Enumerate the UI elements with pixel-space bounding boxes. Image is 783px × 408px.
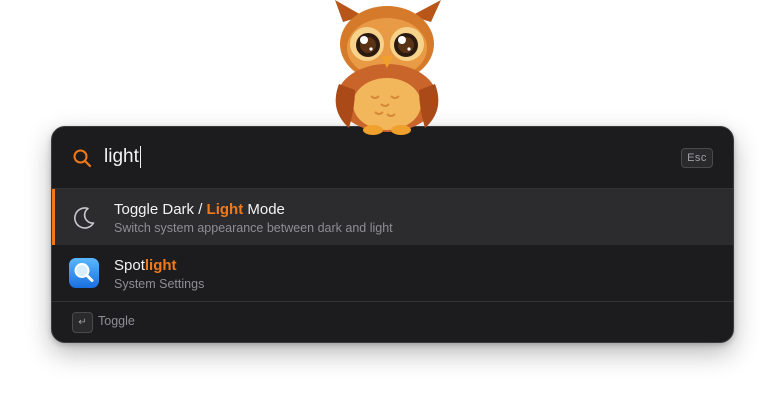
search-query-text: light (104, 146, 139, 167)
result-title-match: light (144, 257, 177, 274)
search-bar[interactable]: light Esc (52, 127, 733, 188)
result-title: Spotlight (114, 257, 177, 274)
toggle-action-label[interactable]: Toggle (98, 314, 135, 328)
search-input[interactable]: light (104, 145, 142, 169)
result-title-text: Spot (114, 257, 145, 274)
spotlight-app-icon (69, 258, 99, 288)
result-subtitle: System Settings (114, 277, 205, 291)
moon-icon (74, 207, 95, 229)
search-icon (73, 149, 92, 168)
result-subtitle: Switch system appearance between dark an… (114, 221, 393, 235)
result-title: Toggle Dark / Light Mode (114, 201, 285, 218)
screen: light Esc Toggle Dark / Light Mode Switc… (0, 0, 783, 408)
enter-key-icon[interactable]: ↵ (72, 312, 93, 333)
result-item-spotlight[interactable]: Spotlight System Settings (52, 245, 733, 301)
esc-button[interactable]: Esc (681, 148, 713, 168)
command-palette: light Esc Toggle Dark / Light Mode Switc… (51, 126, 734, 343)
result-title-text: Mode (243, 201, 285, 218)
result-item-toggle-dark-light-mode[interactable]: Toggle Dark / Light Mode Switch system a… (52, 189, 733, 245)
result-title-text: Toggle Dark / (114, 201, 207, 218)
text-caret (139, 146, 142, 168)
result-title-match: Light (206, 201, 244, 218)
action-bar: ↵ Toggle (52, 301, 733, 342)
owl-mascot-image (335, 0, 441, 135)
